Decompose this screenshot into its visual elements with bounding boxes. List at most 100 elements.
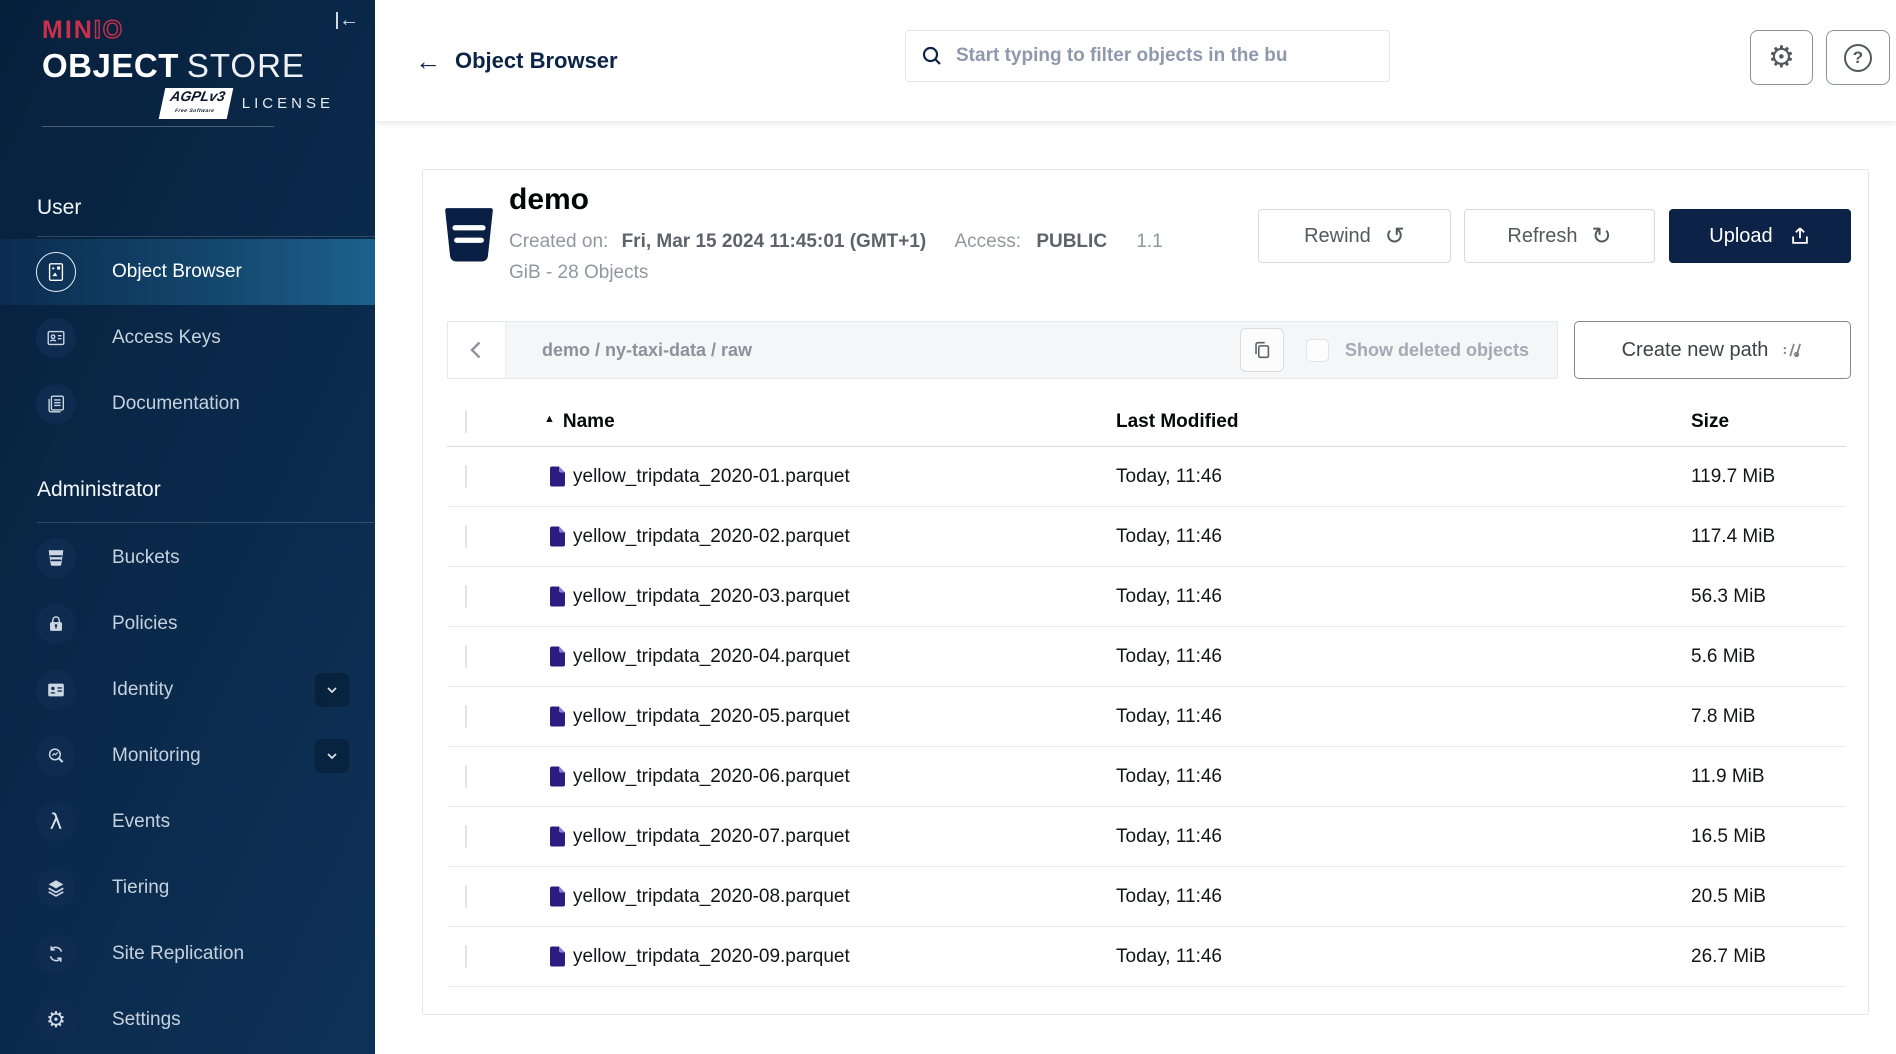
object-size: 56.3 MiB xyxy=(1691,586,1846,608)
row-checkbox[interactable] xyxy=(465,465,467,488)
rewind-label: Rewind xyxy=(1304,225,1371,248)
table-row[interactable]: yellow_tripdata_2020-09.parquet Today, 1… xyxy=(447,927,1846,987)
created-on-value: Fri, Mar 15 2024 11:45:01 (GMT+1) xyxy=(622,231,927,252)
section-divider xyxy=(37,236,375,237)
section-divider xyxy=(37,522,375,523)
table-row[interactable]: yellow_tripdata_2020-07.parquet Today, 1… xyxy=(447,807,1846,867)
table-row[interactable]: yellow_tripdata_2020-03.parquet Today, 1… xyxy=(447,567,1846,627)
chevron-down-icon[interactable] xyxy=(315,673,349,707)
object-modified: Today, 11:46 xyxy=(1116,946,1691,968)
table-row[interactable]: yellow_tripdata_2020-04.parquet Today, 1… xyxy=(447,627,1846,687)
object-size: 20.5 MiB xyxy=(1691,886,1846,908)
upload-icon xyxy=(1789,225,1811,247)
row-checkbox[interactable] xyxy=(465,825,467,848)
logo-divider xyxy=(42,126,274,127)
sidebar-item-tiering[interactable]: Tiering xyxy=(0,855,375,921)
back-chevron-button[interactable] xyxy=(448,322,506,378)
tiering-icon xyxy=(36,868,76,908)
sidebar-item-label: Documentation xyxy=(112,393,240,415)
sidebar-item-identity[interactable]: Identity xyxy=(0,657,375,723)
rewind-button[interactable]: Rewind ↺ xyxy=(1258,209,1451,263)
collapse-sidebar-icon[interactable]: ← xyxy=(336,12,359,29)
top-header: ← Object Browser ⚙ ? xyxy=(375,0,1896,121)
sidebar-item-label: Settings xyxy=(112,1009,181,1031)
upload-label: Upload xyxy=(1709,225,1772,248)
sort-asc-icon[interactable]: ▲ xyxy=(544,413,555,425)
object-modified: Today, 11:46 xyxy=(1116,886,1691,908)
row-checkbox[interactable] xyxy=(465,885,467,908)
sidebar-item-object-browser[interactable]: Object Browser xyxy=(0,239,375,305)
row-checkbox[interactable] xyxy=(465,585,467,608)
path-toolbar: demo / ny-taxi-data / raw Show deleted o… xyxy=(447,321,1558,379)
show-deleted-checkbox[interactable] xyxy=(1306,339,1329,362)
rewind-icon: ↺ xyxy=(1385,224,1405,248)
sidebar-item-site-replication[interactable]: Site Replication xyxy=(0,921,375,987)
sidebar-item-monitoring[interactable]: Monitoring xyxy=(0,723,375,789)
row-checkbox[interactable] xyxy=(465,525,467,548)
chevron-down-icon[interactable] xyxy=(315,739,349,773)
back-arrow-icon[interactable]: ← xyxy=(415,48,441,74)
page-title-group: ← Object Browser xyxy=(415,0,618,121)
file-icon xyxy=(549,466,566,487)
toolbar-right-group: Show deleted objects xyxy=(1240,322,1557,378)
brand-store: STORE xyxy=(187,47,305,84)
sidebar-item-label: Site Replication xyxy=(112,943,244,965)
table-bottom-spacer xyxy=(447,987,1846,1016)
object-name: yellow_tripdata_2020-06.parquet xyxy=(573,766,850,788)
breadcrumb[interactable]: demo / ny-taxi-data / raw xyxy=(506,322,1240,378)
column-header-modified[interactable]: Last Modified xyxy=(1116,411,1691,433)
product-wordmark: OBJECTSTORE xyxy=(42,47,334,85)
sidebar-item-events[interactable]: λ Events xyxy=(0,789,375,855)
sidebar-item-buckets[interactable]: Buckets xyxy=(0,525,375,591)
table-row[interactable]: yellow_tripdata_2020-06.parquet Today, 1… xyxy=(447,747,1846,807)
sidebar-item-settings[interactable]: ⚙ Settings xyxy=(0,987,375,1053)
search-icon xyxy=(920,44,944,68)
settings-button[interactable]: ⚙ xyxy=(1750,30,1813,85)
row-checkbox[interactable] xyxy=(465,645,467,668)
object-name: yellow_tripdata_2020-07.parquet xyxy=(573,826,850,848)
sidebar-item-label: Object Browser xyxy=(112,261,242,283)
object-size: 5.6 MiB xyxy=(1691,646,1846,668)
table-row[interactable]: yellow_tripdata_2020-05.parquet Today, 1… xyxy=(447,687,1846,747)
sidebar-item-label: Events xyxy=(112,811,170,833)
filter-search-box xyxy=(905,30,1390,82)
minio-wordmark: MINIO xyxy=(42,16,334,45)
file-icon xyxy=(549,586,566,607)
identity-icon xyxy=(36,670,76,710)
object-size: 119.7 MiB xyxy=(1691,466,1846,488)
create-new-path-button[interactable]: Create new path xyxy=(1574,321,1851,379)
help-icon: ? xyxy=(1844,44,1872,72)
column-header-size[interactable]: Size xyxy=(1691,411,1846,433)
object-name: yellow_tripdata_2020-04.parquet xyxy=(573,646,850,668)
table-row[interactable]: yellow_tripdata_2020-02.parquet Today, 1… xyxy=(447,507,1846,567)
file-icon xyxy=(549,526,566,547)
agpl-badge-text: AGPLv3 xyxy=(169,88,227,104)
object-name: yellow_tripdata_2020-05.parquet xyxy=(573,706,850,728)
table-row[interactable]: yellow_tripdata_2020-08.parquet Today, 1… xyxy=(447,867,1846,927)
collapse-bar xyxy=(336,12,338,29)
object-size: 16.5 MiB xyxy=(1691,826,1846,848)
table-row[interactable]: yellow_tripdata_2020-01.parquet Today, 1… xyxy=(447,447,1846,507)
upload-button[interactable]: Upload xyxy=(1669,209,1851,263)
policies-icon xyxy=(36,604,76,644)
objects-table: ▲ Name Last Modified Size yellow_tripdat… xyxy=(447,397,1846,1016)
row-checkbox[interactable] xyxy=(465,705,467,728)
column-header-name[interactable]: Name xyxy=(563,411,615,433)
refresh-button[interactable]: Refresh ↻ xyxy=(1464,209,1655,263)
select-all-checkbox[interactable] xyxy=(465,410,467,433)
sidebar-item-access-keys[interactable]: Access Keys xyxy=(0,305,375,371)
sidebar-item-policies[interactable]: Policies xyxy=(0,591,375,657)
section-label-user: User xyxy=(0,196,375,220)
row-checkbox[interactable] xyxy=(465,945,467,968)
agpl-badge: AGPLv3Free Software xyxy=(159,88,234,119)
license-label: LICENSE xyxy=(242,95,334,112)
documentation-icon xyxy=(36,384,76,424)
help-button[interactable]: ? xyxy=(1826,30,1890,85)
copy-path-button[interactable] xyxy=(1240,328,1284,372)
object-name: yellow_tripdata_2020-08.parquet xyxy=(573,886,850,908)
row-checkbox[interactable] xyxy=(465,765,467,788)
sidebar-item-documentation[interactable]: Documentation xyxy=(0,371,375,437)
search-input[interactable] xyxy=(956,45,1375,67)
site-replication-icon xyxy=(36,934,76,974)
file-icon xyxy=(549,706,566,727)
